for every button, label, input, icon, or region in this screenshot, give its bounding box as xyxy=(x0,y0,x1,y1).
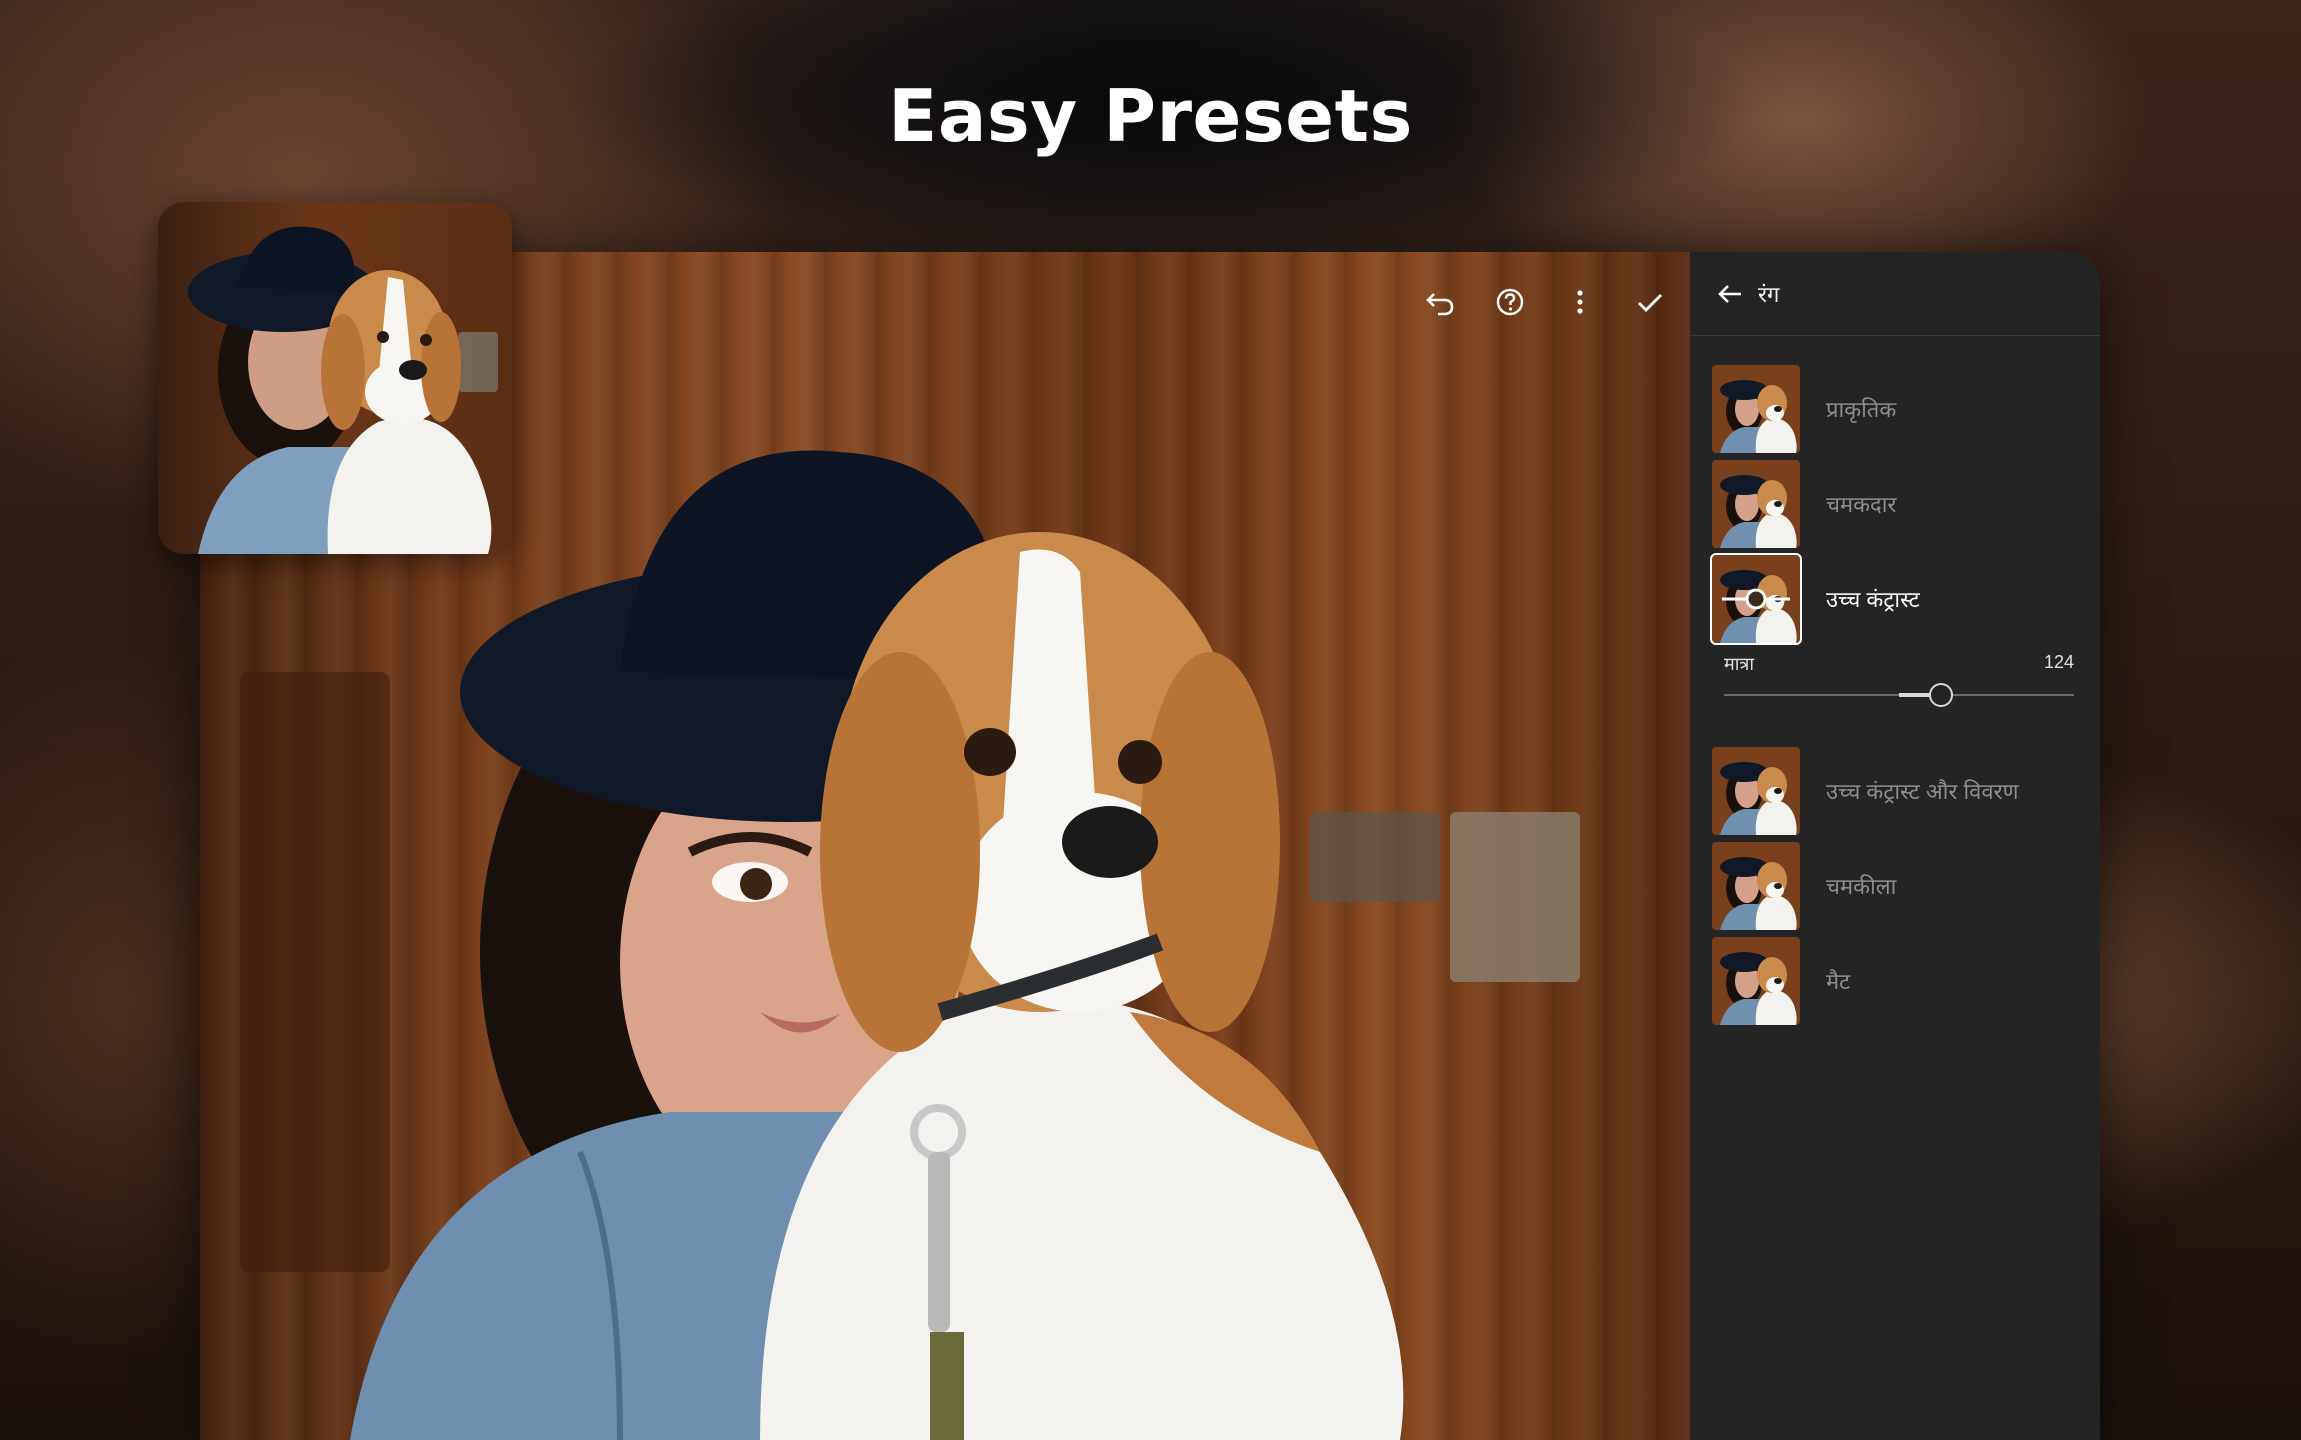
arrow-left-icon xyxy=(1718,284,1741,303)
preset-thumbnail-photo xyxy=(1712,747,1800,835)
confirm-button[interactable] xyxy=(1630,282,1670,322)
more-vertical-icon xyxy=(1577,290,1583,314)
preset-label: मैट xyxy=(1826,969,1851,994)
preset-thumbnail xyxy=(1712,842,1800,930)
headline: Easy Presets xyxy=(888,74,1413,158)
amount-slider[interactable] xyxy=(1724,680,2074,710)
checkmark-icon xyxy=(1638,294,1662,312)
preset-thumbnail xyxy=(1712,460,1800,548)
preset-thumbnail xyxy=(1712,365,1800,453)
preset-thumbnail-photo xyxy=(1712,365,1800,453)
preset-thumbnail-photo xyxy=(1712,937,1800,1025)
help-circle-icon xyxy=(1496,288,1524,316)
amount-label: मात्रा xyxy=(1724,654,1755,674)
before-preview-card xyxy=(158,202,512,554)
more-options-button[interactable] xyxy=(1560,282,1600,322)
undo-icon xyxy=(1426,293,1454,316)
preset-thumbnail-photo xyxy=(1712,460,1800,548)
presets-panel: रंग प्राकृतिक चमकदार उच्च कंट्रास्ट मात्… xyxy=(1690,252,2100,1440)
panel-header: रंग xyxy=(1690,252,2100,336)
slider-adjust-icon xyxy=(1722,588,1790,610)
preset-label: उच्च कंट्रास्ट और विवरण xyxy=(1826,779,2019,804)
preset-item[interactable]: चमकदार xyxy=(1712,459,2092,549)
preset-thumbnail xyxy=(1712,747,1800,835)
preset-item[interactable]: मैट xyxy=(1712,936,2092,1026)
before-photo-illustration xyxy=(188,226,498,554)
help-button[interactable] xyxy=(1490,282,1530,322)
preset-thumbnail-photo xyxy=(1712,842,1800,930)
back-button[interactable] xyxy=(1712,276,1748,312)
edit-toolbar xyxy=(1420,282,1670,322)
preset-label: चमकीला xyxy=(1826,874,1897,899)
preset-label: चमकदार xyxy=(1826,492,1897,517)
preset-label: प्राकृतिक xyxy=(1826,397,1897,422)
preset-item[interactable]: प्राकृतिक xyxy=(1712,364,2092,454)
amount-value: 124 xyxy=(2043,652,2074,672)
preset-item[interactable]: उच्च कंट्रास्ट और विवरण xyxy=(1712,746,2092,836)
undo-button[interactable] xyxy=(1420,282,1460,322)
preset-thumbnail xyxy=(1712,937,1800,1025)
preset-item[interactable]: चमकीला xyxy=(1712,841,2092,931)
preset-label: उच्च कंट्रास्ट xyxy=(1826,587,1920,612)
slider-thumb[interactable] xyxy=(1929,683,1953,707)
preset-thumbnail xyxy=(1710,553,1802,645)
preset-item-selected[interactable]: उच्च कंट्रास्ट xyxy=(1710,553,2092,645)
panel-title: रंग xyxy=(1758,281,1780,307)
